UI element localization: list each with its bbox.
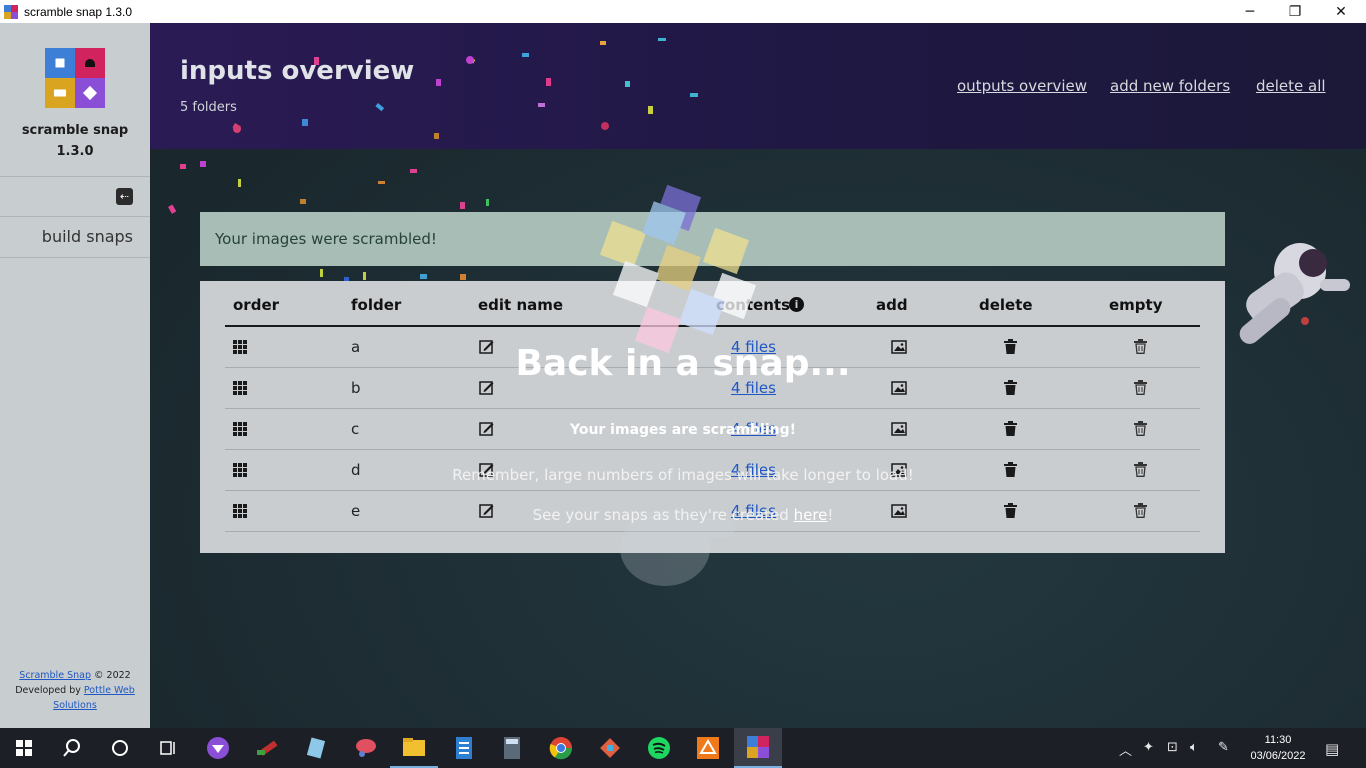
spotify-icon[interactable] — [635, 728, 683, 768]
collapse-sidebar-button[interactable]: ⇠ — [116, 188, 133, 205]
info-icon[interactable]: i — [789, 297, 804, 312]
overlay-subtitle: Your images are scrambling! — [569, 422, 797, 438]
task-view-icon[interactable] — [144, 728, 192, 768]
document-icon[interactable] — [440, 728, 488, 768]
page-header: inputs overview 5 folders outputs overvi… — [150, 23, 1366, 149]
snip-icon[interactable] — [342, 728, 390, 768]
scramble-snap-icon[interactable] — [734, 728, 782, 768]
nav-delete-all[interactable]: delete all — [1256, 77, 1326, 95]
nav-outputs-overview[interactable]: outputs overview — [957, 77, 1087, 95]
windows-taskbar: ︿ ✦ ⊡ 🔈︎ ✎ 11:30 03/06/2022 ▤ — [0, 728, 1366, 768]
pen-icon[interactable]: ✎ — [1218, 740, 1229, 755]
confetti-decoration — [232, 38, 698, 139]
column-header-order: order — [233, 296, 280, 314]
column-header-delete: delete — [979, 296, 1033, 314]
overlay-note: Remember, large numbers of images will t… — [452, 466, 914, 484]
app-icon — [4, 4, 18, 19]
sidebar-item-build-snaps[interactable]: build snaps — [0, 217, 150, 258]
column-header-add: add — [876, 296, 908, 314]
app-name: scramble snap 1.3.0 — [21, 123, 129, 159]
scramble-snap-link[interactable]: Scramble Snap — [19, 670, 91, 681]
paint-icon[interactable] — [243, 728, 291, 768]
maximize-button[interactable]: ❐ — [1272, 0, 1318, 23]
notepad-icon[interactable] — [292, 728, 340, 768]
build-snaps-link[interactable]: build snaps — [42, 227, 133, 246]
scramble-loader-graphic — [599, 184, 757, 354]
window-title: scramble snap 1.3.0 — [24, 4, 133, 19]
start-icon[interactable] — [0, 728, 48, 768]
snaps-here-link[interactable]: here — [794, 506, 828, 524]
app-icon[interactable] — [194, 728, 242, 768]
tool-icon[interactable] — [684, 728, 732, 768]
overlay-title: Back in a snap... — [515, 343, 851, 384]
volume-icon[interactable]: 🔈︎ — [1190, 740, 1198, 755]
notifications-icon[interactable]: ▤ — [1325, 740, 1339, 758]
close-button[interactable]: ✕ — [1318, 0, 1364, 23]
minimize-button[interactable]: ─ — [1227, 0, 1273, 23]
network-icon[interactable]: ⊡ — [1167, 740, 1178, 755]
calculator-icon[interactable] — [488, 728, 536, 768]
window-title-bar: scramble snap 1.3.0 ─ ❐ ✕ — [0, 0, 1366, 23]
show-hidden-icons[interactable]: ︿ — [1119, 740, 1132, 759]
chrome-icon[interactable] — [537, 728, 585, 768]
file-explorer-icon[interactable] — [390, 728, 438, 768]
overlay-link-line: See your snaps as they're created here! — [532, 506, 834, 524]
column-header-edit-name: edit name — [478, 296, 564, 314]
git-icon[interactable] — [586, 728, 634, 768]
sidebar-collapse-row: ⇠ — [0, 176, 150, 217]
column-header-empty: empty — [1109, 296, 1163, 314]
scramble-snap-logo — [45, 48, 105, 108]
dropbox-icon[interactable]: ✦ — [1143, 740, 1154, 755]
sidebar-footer: Scramble Snap © 2022 Developed by Pottle… — [15, 670, 135, 711]
system-clock[interactable]: 11:30 03/06/2022 — [1248, 732, 1308, 764]
faded-astronaut-illustration — [620, 510, 735, 586]
column-header-folder: folder — [351, 296, 402, 314]
search-icon[interactable] — [48, 728, 96, 768]
nav-add-new-folders[interactable]: add new folders — [1110, 77, 1230, 95]
cortana-icon[interactable] — [96, 728, 144, 768]
alert-text: Your images were scrambled! — [215, 230, 437, 248]
